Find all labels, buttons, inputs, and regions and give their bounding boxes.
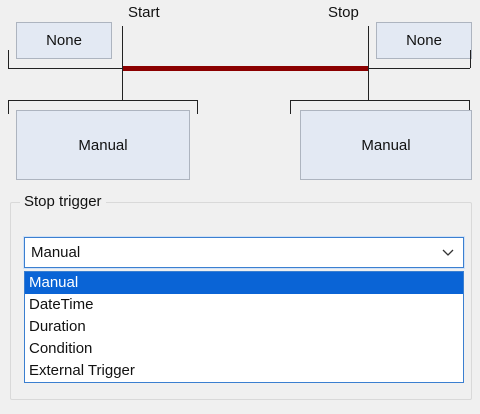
option-external-trigger[interactable]: External Trigger: [25, 360, 463, 382]
start-none-button[interactable]: None: [16, 22, 112, 59]
stop-bracket-left: [290, 100, 291, 114]
option-manual[interactable]: Manual: [25, 272, 463, 294]
timeline-left-tick: [8, 50, 9, 68]
active-range-bar: [122, 66, 368, 71]
start-bracket-left: [8, 100, 9, 114]
combobox-value: Manual: [31, 244, 81, 261]
stop-trigger-title: Stop trigger: [20, 193, 106, 210]
stop-label: Stop: [328, 4, 359, 21]
start-label: Start: [128, 4, 160, 21]
option-datetime[interactable]: DateTime: [25, 294, 463, 316]
timeline-right-tick: [470, 50, 471, 68]
start-bracket-right: [197, 100, 198, 114]
start-trigger-button[interactable]: Manual: [16, 110, 190, 180]
stop-marker-line[interactable]: [368, 26, 369, 100]
chevron-down-icon[interactable]: [441, 246, 455, 260]
stop-trigger-button[interactable]: Manual: [300, 110, 472, 180]
stop-none-button[interactable]: None: [376, 22, 472, 59]
option-duration[interactable]: Duration: [25, 316, 463, 338]
stop-trigger-combobox[interactable]: Manual: [23, 236, 465, 269]
stop-bracket: [290, 100, 470, 101]
stop-trigger-dropdown-list[interactable]: Manual DateTime Duration Condition Exter…: [24, 271, 464, 383]
option-condition[interactable]: Condition: [25, 338, 463, 360]
start-bracket: [8, 100, 198, 101]
start-marker-line[interactable]: [122, 26, 123, 100]
